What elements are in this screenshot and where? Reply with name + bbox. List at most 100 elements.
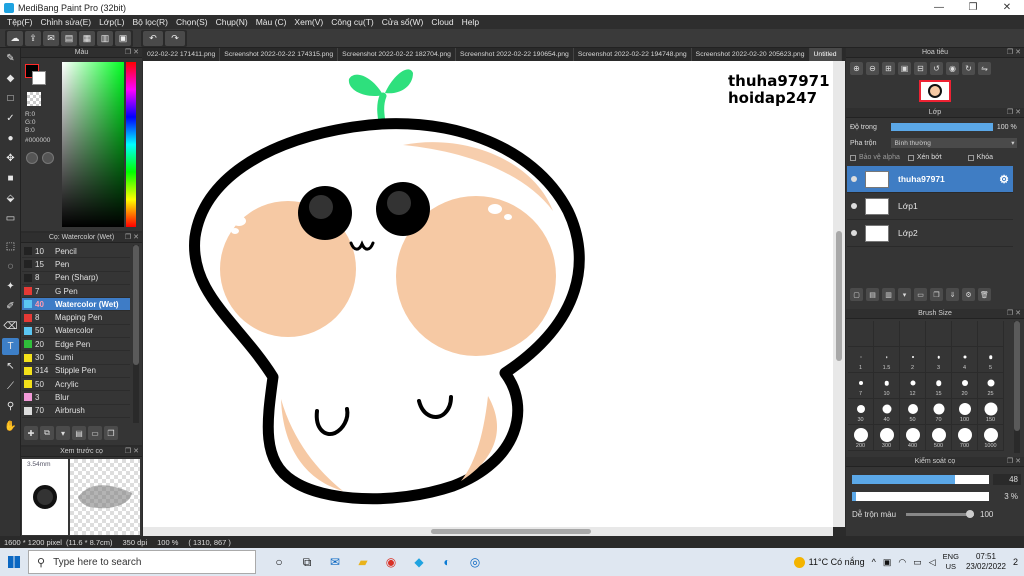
copy-brush-icon[interactable]: ⧉	[40, 426, 54, 440]
blend-mode-select[interactable]: Bình thường ▾	[891, 138, 1018, 148]
menu-layer[interactable]: Lớp(L)	[95, 17, 128, 27]
menu-snap[interactable]: Chụp(N)	[212, 17, 252, 27]
notification-icon[interactable]: 2	[1013, 557, 1018, 567]
document-tab[interactable]: Screenshot 2022-02-22 182704.png	[338, 48, 456, 61]
flip-icon[interactable]: ⇋	[978, 62, 991, 75]
slider-handle[interactable]	[966, 510, 975, 518]
brush-item[interactable]: 10 Pencil	[22, 245, 130, 259]
navigator-thumbnail[interactable]	[919, 80, 951, 102]
clipping-checkbox[interactable]	[907, 154, 914, 161]
fg-bg-swatches[interactable]	[25, 64, 47, 86]
speaker-icon[interactable]: ◁	[929, 557, 936, 568]
brush-item[interactable]: 8 Mapping Pen	[22, 311, 130, 325]
brush-size-cell[interactable]: 100	[952, 399, 978, 425]
brush-size-cell[interactable]: 400	[900, 425, 926, 451]
brush-size-cell[interactable]: 500	[926, 425, 952, 451]
brush-item[interactable]: 70 Airbrush	[22, 405, 130, 418]
menu-help[interactable]: Help	[458, 17, 483, 27]
menu-cloud[interactable]: Cloud	[427, 17, 457, 27]
brush-size-cell[interactable]	[926, 321, 952, 347]
taskbar-clock[interactable]: 07:51 23/02/2022	[966, 552, 1006, 572]
brush-size-cell[interactable]: 700	[952, 425, 978, 451]
menu-tools[interactable]: Công cụ(T)	[327, 17, 378, 27]
actual-size-icon[interactable]: ▣	[898, 62, 911, 75]
brush-size-cell[interactable]	[874, 321, 900, 347]
cloud-icon[interactable]: ☁	[7, 30, 23, 46]
operation-tool-icon[interactable]: ↖	[2, 358, 19, 375]
panel-close-icon[interactable]: ❐ ✕	[125, 447, 139, 455]
brush-size-cell[interactable]: 30	[848, 399, 874, 425]
bucket-tool-icon[interactable]: ⬙	[2, 190, 19, 207]
menu-view[interactable]: Xem(V)	[290, 17, 327, 27]
color-wheel-icon[interactable]	[42, 152, 54, 164]
canvas-vertical-scrollbar[interactable]	[833, 61, 845, 527]
maximize-button[interactable]: ❐	[956, 0, 990, 15]
visibility-icon[interactable]	[851, 203, 857, 209]
zoom-in-icon[interactable]: ⊕	[850, 62, 863, 75]
undo-icon[interactable]: ↶	[143, 30, 163, 46]
brush-size-cell[interactable]: 7	[848, 373, 874, 399]
gradient-tool-icon[interactable]: ▭	[2, 210, 19, 227]
lock-checkbox[interactable]	[967, 154, 974, 161]
minimize-button[interactable]: —	[922, 0, 956, 15]
weather-widget[interactable]: 11°C Có nắng	[793, 556, 865, 568]
fill-rect-tool-icon[interactable]: ■	[2, 170, 19, 187]
task-view-icon[interactable]: ⧉	[296, 551, 318, 573]
document-tab[interactable]: Screenshot 2022-02-22 190654.png	[456, 48, 574, 61]
brush-size-cell[interactable]: 20	[952, 373, 978, 399]
hue-slider[interactable]	[126, 62, 136, 227]
background-color[interactable]	[32, 71, 46, 85]
saturation-value-picker[interactable]	[62, 62, 124, 227]
layer-opacity-slider[interactable]	[890, 123, 993, 131]
move-tool-icon[interactable]: ✥	[2, 150, 19, 167]
visibility-icon[interactable]	[851, 176, 857, 182]
pen-tool-icon[interactable]: ✓	[2, 110, 19, 127]
camera-icon[interactable]: ▣	[883, 557, 892, 568]
text-tool-icon[interactable]: T	[2, 338, 19, 355]
brush-duplicate-icon[interactable]: ❐	[104, 426, 118, 440]
brush-item[interactable]: 50 Acrylic	[22, 378, 130, 392]
menu-window[interactable]: Cửa sổ(W)	[378, 17, 428, 27]
brush-item[interactable]: 40 Watercolor (Wet)	[22, 298, 130, 312]
brush-settings-icon[interactable]: ▤	[72, 426, 86, 440]
brush-size-cell[interactable]: 2	[900, 347, 926, 373]
layer-item[interactable]: Lớp1	[847, 193, 1013, 220]
brush-size-cell[interactable]	[978, 321, 1004, 347]
document-tab[interactable]: Screenshot 2022-02-22 174315.png	[220, 48, 339, 61]
gear-icon[interactable]: ⚙	[999, 173, 1009, 186]
panel-icon[interactable]: ▥	[97, 30, 113, 46]
transparent-swatch[interactable]	[27, 92, 41, 106]
brush-item[interactable]: 15 Pen	[22, 258, 130, 272]
mix-slider[interactable]	[906, 510, 975, 518]
brush-size-cell[interactable]: 10	[874, 373, 900, 399]
chat-icon[interactable]: ✉	[43, 30, 59, 46]
brush-size-cell[interactable]: 150	[978, 399, 1004, 425]
brush-item[interactable]: 314 Stipple Pen	[22, 365, 130, 378]
brush-size-cell[interactable]: 300	[874, 425, 900, 451]
layer-item[interactable]: Lớp2	[847, 220, 1013, 247]
tray-chevron-icon[interactable]: ^	[872, 557, 876, 567]
eraser-tool-icon[interactable]: ◆	[2, 70, 19, 87]
brush-item[interactable]: 3 Blur	[22, 391, 130, 405]
rotate-left-icon[interactable]: ↺	[930, 62, 943, 75]
panel-close-icon[interactable]: ❐ ✕	[1007, 108, 1021, 116]
brush-size-cell[interactable]: 5	[978, 347, 1004, 373]
drawing-canvas[interactable]: thuha97971 hoidap247	[143, 61, 833, 527]
panel-close-icon[interactable]: ❐ ✕	[125, 48, 139, 56]
document-tab[interactable]: Untitled	[809, 48, 842, 61]
brush-item[interactable]: 20 Edge Pen	[22, 338, 130, 352]
brush-tool-icon[interactable]: ✎	[2, 50, 19, 67]
brush-size-cell[interactable]: 200	[848, 425, 874, 451]
palette-icon[interactable]	[26, 152, 38, 164]
visibility-icon[interactable]	[851, 230, 857, 236]
brush-width-slider[interactable]	[852, 475, 989, 484]
reset-rotation-icon[interactable]: ◉	[946, 62, 959, 75]
language-indicator[interactable]: ENG US	[943, 552, 959, 572]
menu-select[interactable]: Chọn(S)	[172, 17, 212, 27]
menu-color[interactable]: Màu (C)	[252, 17, 291, 27]
brush-menu-icon[interactable]: ▾	[56, 426, 70, 440]
fit-icon[interactable]: ⊞	[882, 62, 895, 75]
new-8bit-layer-icon[interactable]: ▥	[882, 288, 895, 301]
cortana-icon[interactable]: ○	[268, 551, 290, 573]
brush-item[interactable]: 30 Sumi	[22, 351, 130, 365]
